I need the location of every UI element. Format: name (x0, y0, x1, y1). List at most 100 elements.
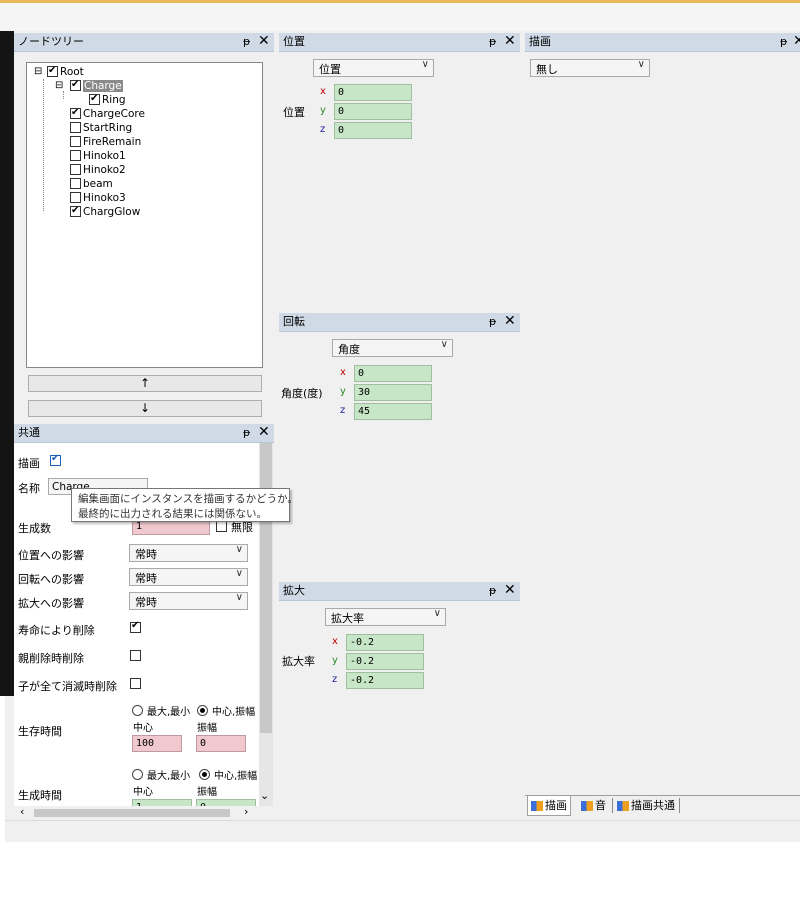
move-down-button[interactable]: ↓ (28, 400, 262, 417)
select-value: 拡大率 (331, 612, 364, 625)
pin-icon[interactable]: ᵽ (489, 33, 496, 51)
scroll-left-icon[interactable]: ‹ (20, 805, 24, 818)
tree-node-hinoko2[interactable]: Hinoko2 (70, 163, 126, 176)
node-checkbox[interactable] (89, 92, 100, 105)
life-center-field[interactable]: 100 (132, 735, 182, 752)
pin-icon[interactable]: ᵽ (243, 424, 250, 442)
close-icon[interactable]: ✕ (504, 581, 516, 599)
scale-z-field[interactable]: -0.2 (346, 672, 424, 689)
tree-node-startring[interactable]: StartRing (70, 121, 132, 134)
collapse-icon[interactable]: ⊟ (34, 66, 42, 77)
chevron-down-icon: ∨ (433, 608, 441, 619)
node-label: Charge (83, 80, 123, 92)
render-mode-select[interactable]: 無し ∨ (530, 59, 650, 77)
node-checkbox[interactable] (70, 177, 81, 189)
axis-x-label: x (332, 636, 338, 647)
life-radio-center[interactable] (197, 705, 208, 716)
spawn-fields-clip: 1 0 (14, 799, 259, 806)
chevron-down-icon: ∨ (235, 568, 243, 579)
spawn-center-field[interactable]: 1 (132, 799, 192, 806)
rotation-mode-select[interactable]: 角度 ∨ (332, 339, 453, 357)
tree-node-fireremain[interactable]: FireRemain (70, 135, 141, 148)
node-label: StartRing (83, 122, 133, 134)
left-edge-strip (0, 31, 14, 696)
scale-x-field[interactable]: -0.2 (346, 634, 424, 651)
node-checkbox[interactable] (70, 78, 81, 91)
node-checkbox[interactable] (70, 121, 81, 133)
spawn-center-label: 中心 (133, 787, 153, 798)
position-x-field[interactable]: 0 (334, 84, 412, 101)
node-checkbox[interactable] (70, 106, 81, 119)
node-checkbox[interactable] (70, 191, 81, 203)
remove-by-life-checkbox[interactable] (130, 620, 141, 633)
node-label: Hinoko1 (83, 150, 126, 162)
axis-y-label: y (332, 655, 338, 666)
pin-icon[interactable]: ᵽ (243, 33, 250, 51)
infinite-checkbox[interactable] (216, 521, 227, 532)
tab-render-common[interactable]: 描画共通 (612, 798, 680, 813)
select-value: 無し (536, 63, 558, 76)
scale-mode-select[interactable]: 拡大率 ∨ (325, 608, 446, 626)
axis-z-label: z (332, 674, 338, 685)
node-checkbox[interactable] (70, 204, 81, 217)
rotation-title: 回転 (283, 315, 305, 328)
move-up-button[interactable]: ↑ (28, 375, 262, 392)
spawn-radio-center[interactable] (199, 769, 210, 780)
node-tree: ⊟ ⊟ Root Charge Ring ChargeCore StartRin… (26, 62, 263, 368)
scroll-right-icon[interactable]: › (244, 805, 248, 818)
rotation-influence-select[interactable]: 常時 ∨ (129, 568, 248, 586)
tree-node-chargecore[interactable]: ChargeCore (70, 106, 145, 120)
rotation-z-field[interactable]: 45 (354, 403, 432, 420)
scrollbar-thumb[interactable] (260, 443, 272, 733)
spawn-radio-minmax[interactable] (132, 769, 143, 780)
tab-label: 音 (595, 799, 606, 812)
tab-sound[interactable]: 音 (578, 796, 609, 815)
pin-icon[interactable]: ᵽ (780, 33, 787, 51)
rotation-y-field[interactable]: 30 (354, 384, 432, 401)
collapse-icon[interactable]: ⊟ (55, 80, 63, 91)
node-checkbox[interactable] (47, 64, 58, 77)
tree-node-ring[interactable]: Ring (89, 92, 126, 106)
tree-node-hinoko3[interactable]: Hinoko3 (70, 191, 126, 204)
close-icon[interactable]: ✕ (504, 312, 516, 330)
position-header: 位置 ᵽ ✕ (279, 33, 520, 52)
position-z-field[interactable]: 0 (334, 122, 412, 139)
axis-z-label: z (320, 124, 326, 135)
tree-node-root[interactable]: Root (47, 64, 84, 78)
scale-label: 拡大率 (282, 655, 315, 668)
scroll-down-icon[interactable]: ⌄ (260, 789, 269, 802)
node-checkbox[interactable] (70, 135, 81, 147)
tree-node-beam[interactable]: beam (70, 177, 113, 190)
scrollbar-thumb[interactable] (34, 809, 230, 817)
tab-render[interactable]: 描画 (527, 796, 571, 816)
horizontal-scrollbar[interactable]: ‹ › (14, 805, 259, 820)
position-influence-select[interactable]: 常時 ∨ (129, 544, 248, 562)
node-checkbox[interactable] (70, 149, 81, 161)
close-icon[interactable]: ✕ (793, 32, 800, 50)
life-amplitude-field[interactable]: 0 (196, 735, 246, 752)
draw-checkbox[interactable] (50, 453, 61, 466)
rotation-header: 回転 ᵽ ✕ (279, 313, 520, 332)
life-radio-minmax[interactable] (132, 705, 143, 716)
node-checkbox[interactable] (70, 163, 81, 175)
pin-icon[interactable]: ᵽ (489, 582, 496, 600)
close-icon[interactable]: ✕ (504, 32, 516, 50)
toolbar-strip (0, 3, 800, 31)
tree-node-charge[interactable]: Charge (70, 78, 123, 92)
close-icon[interactable]: ✕ (258, 32, 270, 50)
rotation-x-field[interactable]: 0 (354, 365, 432, 382)
position-mode-select[interactable]: 位置 ∨ (313, 59, 434, 77)
tree-node-hinoko1[interactable]: Hinoko1 (70, 149, 126, 162)
rotation-influence-label: 回転への影響 (18, 573, 84, 586)
tree-node-chargglow[interactable]: ChargGlow (70, 204, 140, 218)
scale-influence-select[interactable]: 常時 ∨ (129, 592, 248, 610)
pin-icon[interactable]: ᵽ (489, 313, 496, 331)
position-title: 位置 (283, 35, 305, 48)
close-icon[interactable]: ✕ (258, 423, 270, 441)
remove-on-parent-checkbox[interactable] (130, 650, 141, 661)
position-y-field[interactable]: 0 (334, 103, 412, 120)
tab-label: 描画共通 (631, 799, 675, 812)
scale-y-field[interactable]: -0.2 (346, 653, 424, 670)
tab-label: 描画 (545, 799, 567, 812)
remove-children-checkbox[interactable] (130, 678, 141, 689)
